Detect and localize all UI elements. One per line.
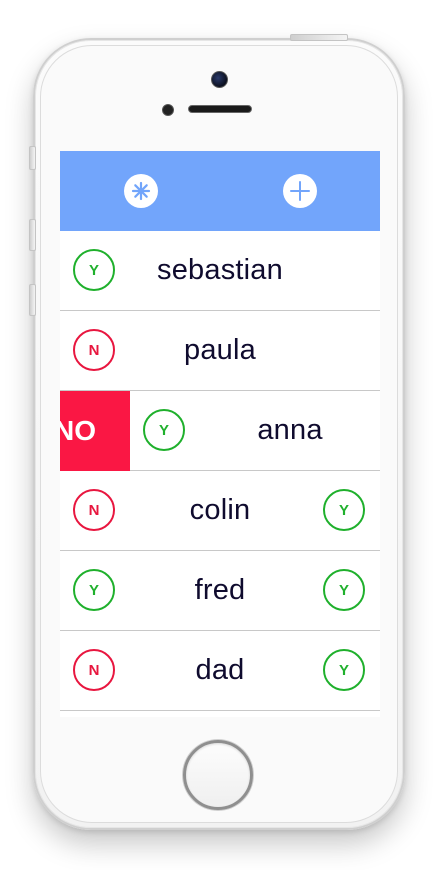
yes-toggle-right[interactable]: Y — [323, 569, 365, 611]
list-item-fred[interactable]: fred Y Y — [60, 551, 380, 631]
people-list: sebastian Ypaula N NO anna Ycolin N Yfred Y Ydad N… — [60, 231, 380, 711]
yes-toggle-left[interactable]: Y — [73, 569, 115, 611]
proximity-sensor — [162, 104, 174, 116]
yes-toggle-right[interactable]: Y — [323, 649, 365, 691]
list-item-sebastian[interactable]: sebastian Y — [60, 231, 380, 311]
list-item-dad[interactable]: dad N Y — [60, 631, 380, 711]
list-item-paula[interactable]: paula N — [60, 311, 380, 391]
power-button — [290, 34, 348, 41]
swipe-no-action[interactable]: NO — [60, 391, 130, 471]
row-content: sebastian Y — [60, 231, 380, 310]
no-toggle-left[interactable]: N — [73, 489, 115, 531]
swipe-no-label: NO — [60, 415, 96, 446]
yes-toggle-left[interactable]: Y — [143, 409, 185, 451]
top-toolbar — [60, 151, 380, 231]
app-screen: sebastian Ypaula N NO anna Ycolin N Yfred Y Ydad N… — [60, 151, 380, 717]
asterisk-icon — [131, 181, 151, 201]
row-content: fred Y Y — [60, 551, 380, 630]
settings-button[interactable] — [124, 174, 158, 208]
front-camera — [211, 71, 228, 88]
silent-switch — [29, 146, 36, 170]
list-item-anna[interactable]: NO anna Y — [60, 391, 380, 471]
plus-icon — [290, 181, 310, 201]
volume-up-button — [29, 219, 36, 251]
no-toggle-left[interactable]: N — [73, 329, 115, 371]
yes-toggle-right[interactable]: Y — [323, 489, 365, 531]
yes-toggle-left[interactable]: Y — [73, 249, 115, 291]
row-content: anna Y — [130, 391, 380, 470]
earpiece-speaker — [188, 105, 252, 113]
add-button[interactable] — [283, 174, 317, 208]
volume-down-button — [29, 284, 36, 316]
row-content: paula N — [60, 311, 380, 390]
row-content: colin N Y — [60, 471, 380, 550]
home-button[interactable] — [183, 740, 253, 810]
list-item-colin[interactable]: colin N Y — [60, 471, 380, 551]
row-content: dad N Y — [60, 631, 380, 710]
no-toggle-left[interactable]: N — [73, 649, 115, 691]
